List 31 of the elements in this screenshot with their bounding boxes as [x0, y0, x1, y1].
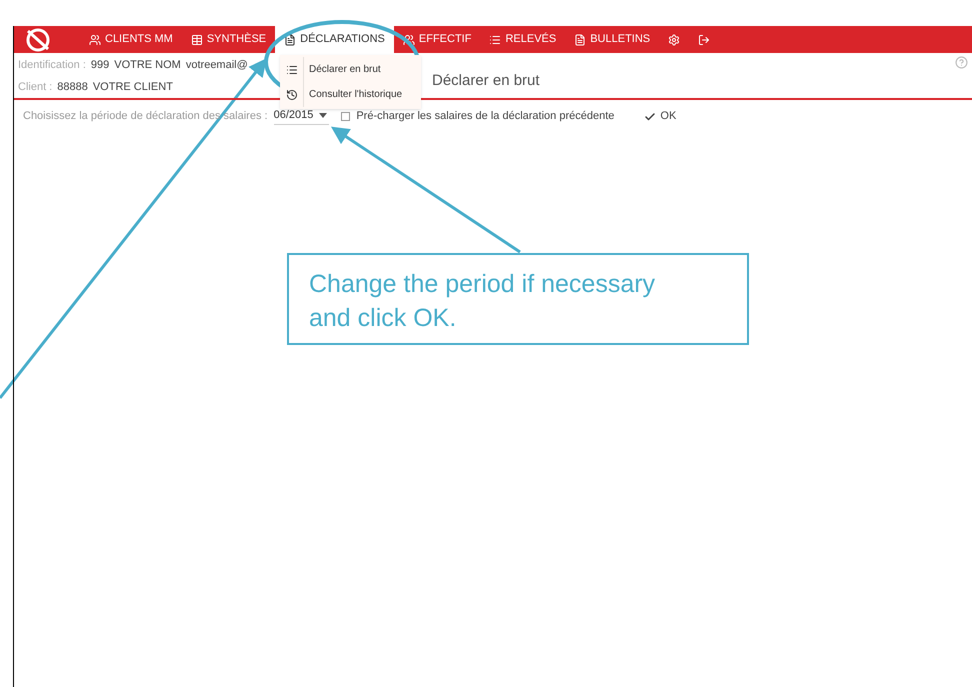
client-name: VOTRE CLIENT	[92, 80, 173, 94]
menu-item[interactable]: Déclarer en brut	[280, 57, 421, 82]
user-email: votreemail@	[186, 58, 248, 73]
nav-tab[interactable]: EFFECTIF	[394, 26, 480, 53]
users-icon	[89, 34, 101, 46]
nav-tab[interactable]: DÉCLARATIONS	[275, 26, 394, 53]
period-label: Choisissez la période de déclaration des salaires :	[23, 109, 268, 124]
identification-number: 999	[90, 58, 110, 73]
page-title: Déclarer en brut	[432, 71, 540, 91]
logout-icon	[698, 34, 710, 46]
caret-icon	[319, 112, 328, 118]
preload-label: Pré-charger les salaires de la déclaration précédente	[356, 109, 614, 124]
history-icon	[286, 88, 298, 100]
client-label: Client :	[18, 80, 52, 94]
ok-button[interactable]: OK	[644, 108, 676, 125]
table-icon	[190, 34, 203, 46]
client-number: 88888	[57, 80, 88, 94]
nav-tab[interactable]: BULLETINS	[565, 26, 660, 53]
nav-tab[interactable]: RELEVÉS	[480, 26, 566, 53]
menu-item[interactable]: Consulter l'historique	[280, 82, 421, 107]
document-icon	[284, 34, 296, 46]
settings-icon	[668, 34, 680, 46]
check-icon	[644, 110, 656, 122]
nav-tab[interactable]: SYNTHÈSE	[182, 26, 276, 53]
users-icon	[402, 34, 415, 46]
nav-tab[interactable]: CLIENTS MM	[80, 26, 182, 53]
document-icon	[574, 34, 586, 46]
callout-text: Change the period if necessary and click OK.	[287, 253, 749, 345]
preload-checkbox[interactable]	[341, 112, 350, 121]
user-name: VOTRE NOM	[114, 58, 181, 73]
identification-label: Identification :	[18, 58, 86, 73]
